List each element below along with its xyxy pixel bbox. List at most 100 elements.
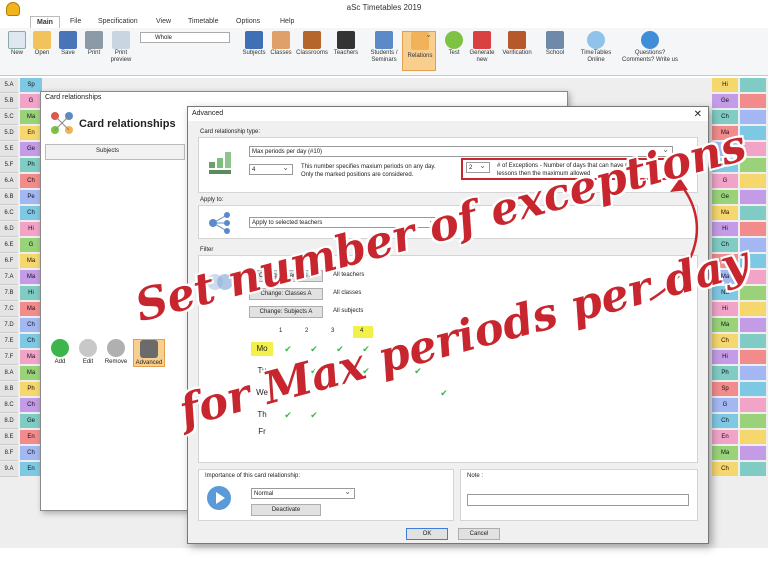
grid-cell[interactable]: Ch [20,318,42,332]
day-fr-label[interactable]: Fr [251,426,273,438]
grid-cell[interactable] [740,446,766,460]
menu-timetable[interactable]: Timetable [182,16,224,28]
classrooms-button[interactable]: Classrooms [294,31,330,57]
grid-cell[interactable]: Ma [20,110,42,124]
grid-cell[interactable]: En [20,126,42,140]
check-icon[interactable]: ✔ [283,410,293,420]
open-button[interactable]: Open [30,31,54,57]
grid-cell[interactable]: Ma [20,366,42,380]
grid-cell[interactable]: Ma [712,446,738,460]
grid-cell[interactable]: En [20,430,42,444]
grid-cell[interactable] [740,206,766,220]
grid-cell[interactable]: G [20,238,42,252]
grid-cell[interactable] [740,398,766,412]
grid-cell[interactable]: Sp [20,78,42,92]
grid-cell[interactable] [740,110,766,124]
grid-cell[interactable]: Sp [712,382,738,396]
grid-cell[interactable] [740,222,766,236]
menu-options[interactable]: Options [230,16,266,28]
grid-cell[interactable]: Ch [712,334,738,348]
close-icon[interactable]: ✕ [694,108,702,122]
save-button[interactable]: Save [56,31,80,57]
grid-cell[interactable]: En [20,462,42,476]
grid-cell[interactable] [740,350,766,364]
subjects-button[interactable]: Subjects [240,31,268,57]
grid-cell[interactable]: Ph [20,158,42,172]
grid-cell[interactable] [740,174,766,188]
view-select[interactable]: Whole [140,32,230,43]
print-button[interactable]: Print [82,31,106,57]
grid-cell[interactable]: Ch [20,206,42,220]
grid-cell[interactable]: Hi [20,222,42,236]
relations-button[interactable]: Relations [402,30,436,71]
change-subjects-button[interactable]: Change: Subjects A [249,306,323,318]
grid-cell[interactable]: Ma [712,318,738,332]
grid-cell[interactable] [740,414,766,428]
menu-specification[interactable]: Specification [92,16,144,28]
cancel-button[interactable]: Cancel [458,528,500,540]
grid-cell[interactable]: G [20,94,42,108]
print-preview-button[interactable]: Print preview [106,31,136,64]
advanced-button[interactable]: Advanced [133,339,165,367]
grid-cell[interactable]: G [712,398,738,412]
note-input[interactable] [467,494,689,506]
test-button[interactable]: Test [442,31,466,57]
remove-button[interactable]: Remove [103,339,129,365]
importance-select[interactable]: Normal [251,487,355,499]
grid-cell[interactable] [740,302,766,316]
teachers-button[interactable]: Teachers [330,31,362,57]
grid-cell[interactable]: Ph [712,366,738,380]
grid-cell[interactable]: En [712,430,738,444]
grid-cell[interactable]: Ch [20,398,42,412]
menu-file[interactable]: File [64,16,87,28]
menu-main[interactable]: Main [30,16,60,28]
max-periods-select[interactable]: 4 [249,163,293,175]
grid-cell[interactable] [740,334,766,348]
grid-row-label: 7.B [0,286,18,301]
check-icon[interactable]: ✔ [439,388,449,398]
questions-button[interactable]: Questions? Comments? Write us [620,31,680,64]
grid-cell[interactable]: Ma [20,270,42,284]
grid-cell[interactable] [740,190,766,204]
grid-cell[interactable]: Ch [20,446,42,460]
check-icon[interactable]: ✔ [309,410,319,420]
day-mo-label[interactable]: Mo [251,342,273,356]
grid-cell[interactable]: Ge [20,142,42,156]
new-button[interactable]: New [6,31,28,57]
school-button[interactable]: School [542,31,568,57]
grid-cell[interactable]: Ge [712,94,738,108]
ok-button[interactable]: OK [406,528,448,540]
grid-cell[interactable]: Pe [20,190,42,204]
grid-cell[interactable] [740,366,766,380]
students-seminars-button[interactable]: Students / Seminars [366,31,402,64]
classes-button[interactable]: Classes [268,31,294,57]
verification-button[interactable]: Verification [498,31,536,57]
grid-cell[interactable] [740,430,766,444]
grid-cell[interactable] [740,462,766,476]
grid-cell[interactable]: Ch [712,462,738,476]
grid-cell[interactable] [740,78,766,92]
grid-cell[interactable]: Ma [20,254,42,268]
grid-cell[interactable] [740,382,766,396]
grid-cell[interactable] [740,94,766,108]
grid-cell[interactable]: Ma [20,350,42,364]
grid-cell[interactable]: Hi [20,286,42,300]
add-button[interactable]: Add [47,339,73,365]
grid-cell[interactable]: Ma [20,302,42,316]
grid-cell[interactable] [740,318,766,332]
timetables-online-button[interactable]: TimeTables Online [576,31,616,64]
grid-cell[interactable]: Ph [20,382,42,396]
menu-help[interactable]: Help [274,16,300,28]
grid-cell[interactable]: Ge [20,414,42,428]
grid-cell[interactable] [740,126,766,140]
check-icon[interactable]: ✔ [283,344,293,354]
edit-button[interactable]: Edit [75,339,101,365]
grid-cell[interactable]: Ch [20,174,42,188]
menu-view[interactable]: View [150,16,177,28]
grid-cell[interactable]: Ch [20,334,42,348]
grid-cell[interactable]: Hi [712,350,738,364]
grid-cell[interactable]: Ch [712,414,738,428]
grid-cell[interactable]: Hi [712,78,738,92]
deactivate-button[interactable]: Deactivate [251,504,321,516]
generate-new-button[interactable]: Generate new [468,31,496,64]
